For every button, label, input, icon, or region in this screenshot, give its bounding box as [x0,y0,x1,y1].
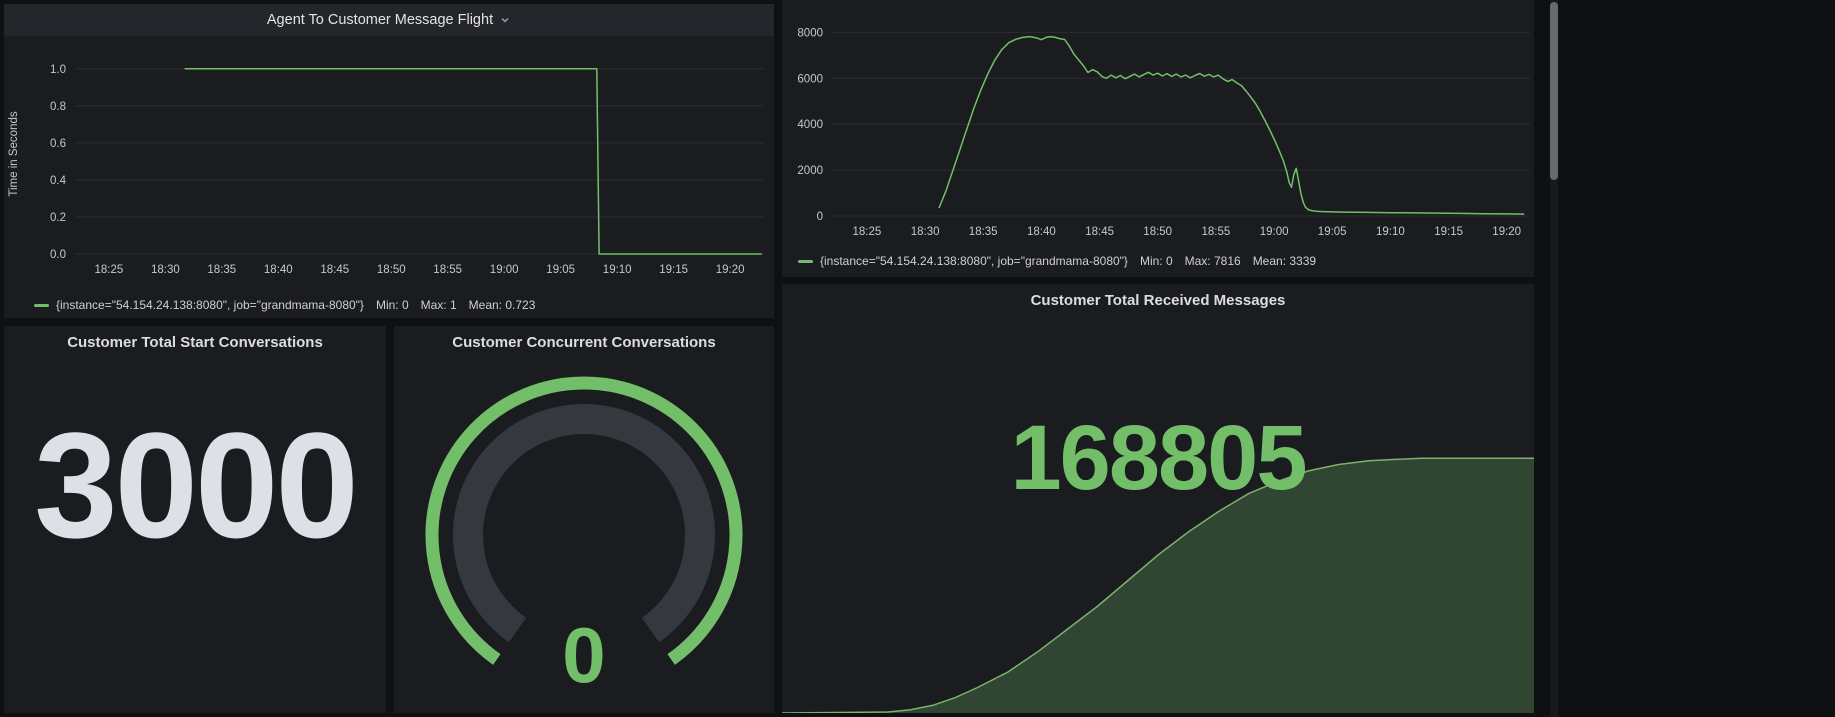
svg-text:18:35: 18:35 [969,226,998,238]
svg-text:0.6: 0.6 [50,138,66,150]
legend-min: Min: 0 [376,298,409,312]
panel-received-messages: Customer Total Received Messages 168805 [782,284,1534,713]
svg-text:18:50: 18:50 [1143,226,1172,238]
svg-text:2000: 2000 [797,165,823,177]
svg-text:18:45: 18:45 [320,264,349,276]
svg-text:18:55: 18:55 [433,264,462,276]
svg-text:18:35: 18:35 [207,264,236,276]
panel-concurrent-conversations: Customer Concurrent Conversations 0 [394,326,774,713]
received-messages-value: 168805 [782,412,1534,504]
svg-text:Time in Seconds: Time in Seconds [8,111,20,196]
panel-agent-flight: Agent To Customer Message Flight 0.00.20… [4,4,774,318]
start-conversations-value: 3000 [4,410,386,560]
legend-mean: Mean: 0.723 [469,298,536,312]
panel-message-rate: 0 2000 4000 6000 8000 18:25 18:30 18:35 18:40 18:… [782,0,1534,277]
agent-flight-title: Agent To Customer Message Flight [267,12,493,28]
svg-text:18:40: 18:40 [1027,226,1056,238]
svg-text:8000: 8000 [797,27,823,39]
svg-text:0.8: 0.8 [50,101,66,113]
svg-text:0.2: 0.2 [50,212,66,224]
svg-text:18:30: 18:30 [151,264,180,276]
legend-series-label[interactable]: {instance="54.154.24.138:8080", job="gra… [820,254,1128,268]
gauge-band [468,419,700,630]
svg-text:19:00: 19:00 [1260,226,1289,238]
legend-swatch [34,304,49,307]
svg-text:18:25: 18:25 [853,226,882,238]
agent-flight-chart[interactable]: 0.0 0.2 0.4 0.6 0.8 1.0 18:25 18:30 18:35 18:40 18… [4,36,774,294]
message-rate-legend: {instance="54.154.24.138:8080", job="gra… [798,254,1534,268]
message-rate-chart[interactable]: 0 2000 4000 6000 8000 18:25 18:30 18:35 18:40 18:… [782,0,1534,250]
svg-text:18:40: 18:40 [264,264,293,276]
panel-start-conversations: Customer Total Start Conversations 3000 [4,326,386,713]
svg-text:4000: 4000 [797,119,823,131]
vertical-scrollbar-track[interactable] [1550,0,1558,717]
svg-text:19:00: 19:00 [490,264,519,276]
gauge-value: 0 [562,611,605,699]
svg-text:18:50: 18:50 [377,264,406,276]
svg-text:18:30: 18:30 [911,226,940,238]
svg-text:0.4: 0.4 [50,175,67,187]
svg-text:1.0: 1.0 [50,64,66,76]
legend-series-label[interactable]: {instance="54.154.24.138:8080", job="gra… [56,298,364,312]
svg-text:19:10: 19:10 [1376,226,1405,238]
svg-text:0.0: 0.0 [50,249,66,261]
agent-flight-header[interactable]: Agent To Customer Message Flight [4,4,774,36]
gauge-chart: 0 [394,326,774,713]
agent-flight-legend: {instance="54.154.24.138:8080", job="gra… [34,298,774,312]
svg-text:19:15: 19:15 [1434,226,1463,238]
chevron-down-icon [499,14,511,26]
svg-text:19:15: 19:15 [659,264,688,276]
grafana-dashboard: Agent To Customer Message Flight 0.00.20… [0,0,1835,717]
legend-mean: Mean: 3339 [1253,254,1316,268]
legend-min: Min: 0 [1140,254,1173,268]
svg-text:19:10: 19:10 [603,264,632,276]
svg-text:18:25: 18:25 [95,264,124,276]
svg-text:0: 0 [817,211,823,223]
legend-swatch [798,260,813,263]
svg-text:19:05: 19:05 [1318,226,1347,238]
start-conversations-title[interactable]: Customer Total Start Conversations [4,334,386,351]
vertical-scrollbar-thumb[interactable] [1550,2,1558,180]
legend-max: Max: 7816 [1185,254,1241,268]
svg-text:19:20: 19:20 [1492,226,1521,238]
svg-text:6000: 6000 [797,73,823,85]
svg-text:18:55: 18:55 [1202,226,1231,238]
svg-text:18:45: 18:45 [1085,226,1114,238]
svg-text:19:20: 19:20 [716,264,745,276]
legend-max: Max: 1 [421,298,457,312]
svg-text:19:05: 19:05 [546,264,575,276]
